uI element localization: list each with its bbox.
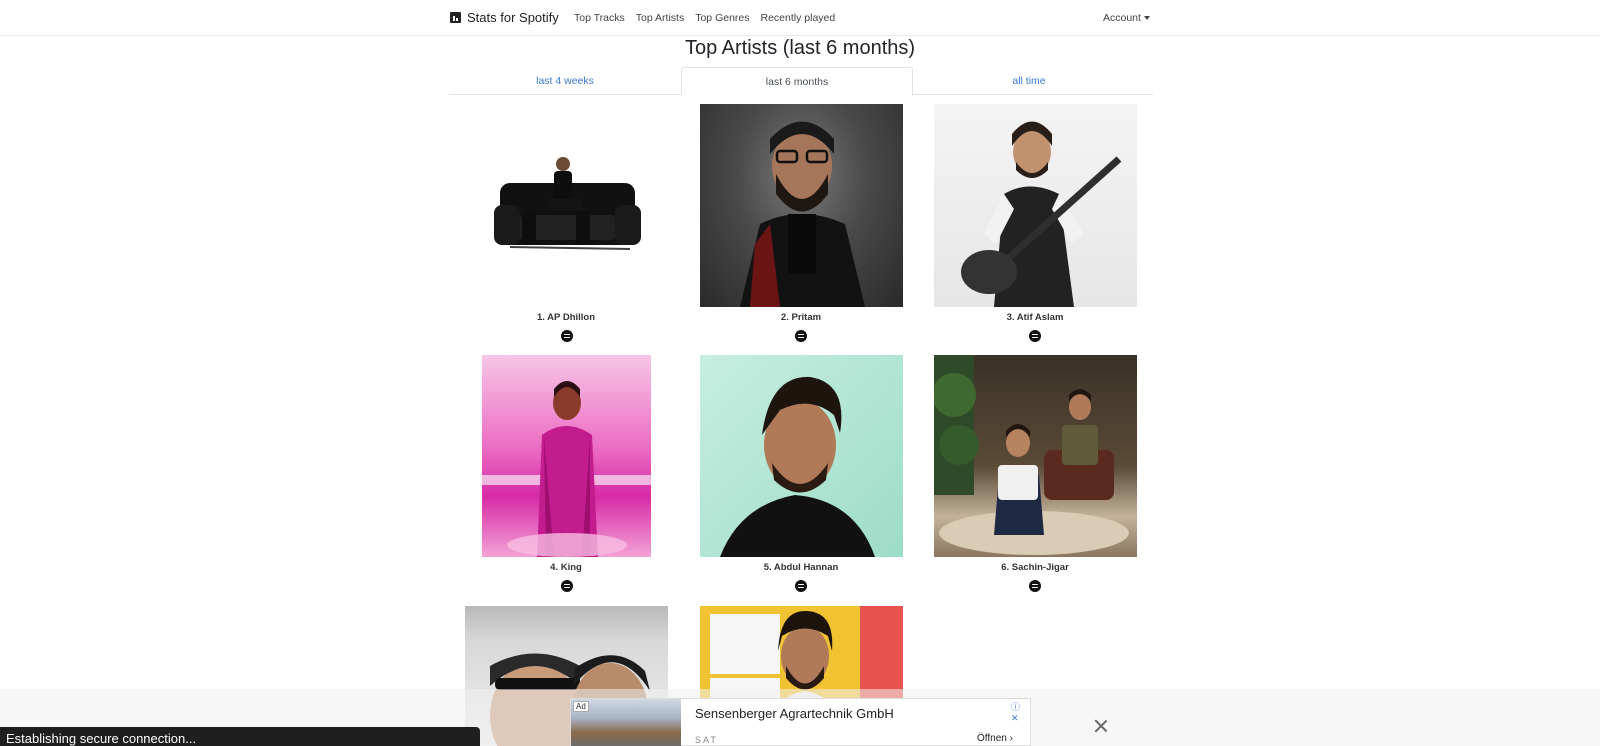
spotify-icon[interactable] [795, 580, 807, 592]
account-dropdown[interactable]: Account [1103, 12, 1150, 24]
spotify-icon[interactable] [1029, 330, 1041, 342]
nav-top-artists[interactable]: Top Artists [636, 12, 684, 24]
page-title: Top Artists (last 6 months) [684, 37, 916, 59]
artist-name-3[interactable]: 3. Atif Aslam [920, 312, 1150, 323]
tab-last-6-months[interactable]: last 6 months [681, 67, 913, 96]
ad-badge: Ad [573, 701, 589, 712]
artist-photo-abdul-hannan[interactable] [700, 355, 903, 557]
close-icon[interactable] [1093, 718, 1109, 734]
time-range-tabs: last 4 weeks last 6 months all time [449, 67, 1153, 96]
navbar: Stats for Spotify Top Tracks Top Artists… [0, 0, 1600, 36]
artist-photo-king[interactable] [482, 355, 651, 557]
ad-unit[interactable]: Ad Sensenberger Agrartechnik GmbH SAT Öf… [570, 698, 1031, 746]
brand-text: Stats for Spotify [467, 10, 559, 25]
artist-name-4[interactable]: 4. King [451, 562, 681, 573]
artist-name-1[interactable]: 1. AP Dhillon [451, 312, 681, 323]
spotify-icon[interactable] [795, 330, 807, 342]
tab-last-4-weeks[interactable]: last 4 weeks [449, 67, 681, 95]
brand-link[interactable]: Stats for Spotify [450, 10, 559, 25]
nav-recently-played[interactable]: Recently played [761, 12, 836, 24]
ad-info-icon[interactable]: ⓘ ✕ [1011, 700, 1030, 724]
spotify-icon[interactable] [561, 330, 573, 342]
nav-top-tracks[interactable]: Top Tracks [574, 12, 625, 24]
artist-photo-sachin-jigar[interactable] [934, 355, 1137, 557]
spotify-icon[interactable] [561, 580, 573, 592]
artist-name-5[interactable]: 5. Abdul Hannan [686, 562, 916, 573]
artist-name-6[interactable]: 6. Sachin-Jigar [920, 562, 1150, 573]
ad-title[interactable]: Sensenberger Agrartechnik GmbH [695, 706, 894, 721]
artist-name-2[interactable]: 2. Pritam [686, 312, 916, 323]
account-label: Account [1103, 12, 1141, 24]
artist-photo-atif-aslam[interactable] [934, 104, 1137, 307]
ad-subtitle: SAT [695, 735, 718, 745]
artist-photo-pritam[interactable] [700, 104, 903, 307]
caret-down-icon [1143, 16, 1150, 20]
artist-photo-ap-dhillon[interactable] [490, 155, 645, 267]
nav-links: Top Tracks Top Artists Top Genres Recent… [574, 12, 835, 24]
tab-all-time[interactable]: all time [913, 67, 1145, 95]
browser-status-bar: Establishing secure connection... [0, 727, 480, 746]
nav-top-genres[interactable]: Top Genres [695, 12, 749, 24]
bar-chart-icon [450, 12, 461, 23]
ad-open-button[interactable]: Öffnen › [977, 733, 1013, 744]
spotify-icon[interactable] [1029, 580, 1041, 592]
